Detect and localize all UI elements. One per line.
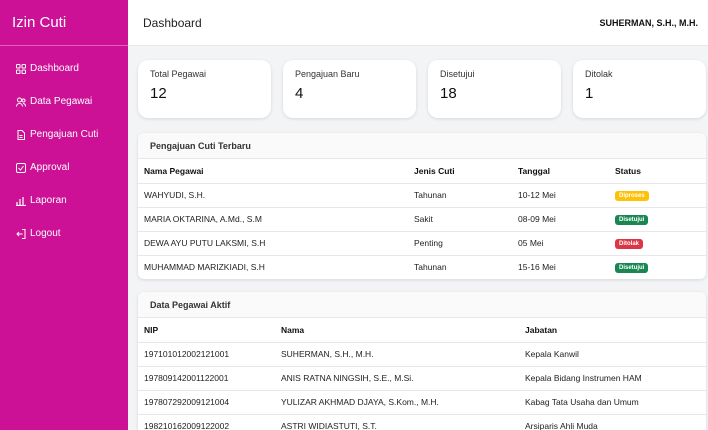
leave-requests-panel: Pengajuan Cuti Terbaru Nama Pegawai Jeni… [138,133,706,279]
check-square-icon [16,162,26,173]
panel-title: Data Pegawai Aktif [138,292,706,318]
table-row[interactable]: DEWA AYU PUTU LAKSMI, S.H Penting 05 Mei… [138,231,706,256]
stat-label: Ditolak [585,69,613,79]
users-icon [16,97,26,107]
stat-value: 1 [585,85,594,102]
logout-icon [16,228,26,239]
table-row[interactable]: MUHAMMAD MARIZKIADI, S.H Tahunan 15-16 M… [138,255,706,279]
cell-nama: DEWA AYU PUTU LAKSMI, S.H [138,231,408,256]
table-row[interactable]: 198210162009122002 ASTRI WIDIASTUTI, S.T… [138,414,706,430]
cell-nama: ASTRI WIDIASTUTI, S.T. [281,421,377,430]
cell-nama: SUHERMAN, S.H., M.H. [275,342,519,367]
stat-value: 12 [150,85,167,102]
sidebar-item-approval[interactable]: Approval [0,151,128,184]
status-badge: Ditolak [615,239,644,249]
cell-nip: 197101012002121001 [138,342,275,367]
active-employees-table: NIP Nama Jabatan 197101012002121001 SUHE… [138,318,706,430]
table-row[interactable]: WAHYUDI, S.H. Tahunan 10-12 Mei Diproses [138,183,706,208]
stat-card-ditolak: Ditolak 1 [573,60,706,118]
table-row[interactable]: 197809142001122001 ANIS RATNA NINGSIH, S… [138,366,706,391]
sidebar-item-dashboard[interactable]: Dashboard [0,52,128,85]
table-row[interactable]: 197101012002121001 SUHERMAN, S.H., M.H. … [138,342,706,367]
cell-nip: 197807292009121004 [138,390,275,415]
sidebar-item-label: Data Pegawai [30,96,93,107]
cell-tanggal: 10-12 Mei [512,183,609,208]
main-content: Dashboard SUHERMAN, S.H., M.H. Total Peg… [128,0,708,430]
cell-status: Disetujui [609,207,706,232]
stats-row: Total Pegawai 12 Pengajuan Baru 4 Disetu… [138,60,706,118]
stat-value: 18 [440,85,457,102]
cell-jenis: Tahunan [414,262,447,273]
sidebar-item-label: Logout [30,228,61,239]
cell-nip: 197809142001122001 [138,366,275,391]
status-badge: Disetujui [615,263,649,274]
grid-icon [16,63,26,74]
sidebar-item-label: Dashboard [30,63,79,74]
column-header: Nama Pegawai [138,159,408,184]
sidebar-nav: Dashboard Data Pegawai Pengajuan Cuti Ap… [0,46,128,250]
cell-status: Disetujui [609,255,706,279]
table-header-row: NIP Nama Jabatan [138,318,706,343]
column-header: Jenis Cuti [408,159,512,184]
cell-nama: MARIA OKTARINA, A.Md., S.M [138,207,408,232]
stat-value: 4 [295,85,304,102]
page-title: Dashboard [143,15,202,30]
cell-nama: YULIZAR AKHMAD DJAYA, S.Kom., M.H. [275,390,519,415]
cell-jabatan: Kabag Tata Usaha dan Umum [519,390,706,415]
cell-jenis: Sakit [408,207,512,232]
column-header: Jabatan [519,318,706,343]
app-title: Izin Cuti [0,0,128,46]
stat-label: Pengajuan Baru [295,69,360,79]
cell-status: Ditolak [609,231,706,256]
sidebar-item-label: Laporan [30,195,67,206]
cell-nama: WAHYUDI, S.H. [138,183,408,208]
sidebar-item-logout[interactable]: Logout [0,217,128,250]
sidebar-item-label: Approval [30,162,70,173]
cell-nama: ANIS RATNA NINGSIH, S.E., M.Si. [275,366,519,391]
column-header: Status [609,159,706,184]
sidebar-item-laporan[interactable]: Laporan [0,184,128,217]
stat-label: Total Pegawai [150,69,207,79]
document-icon [17,129,25,140]
cell-jenis: Tahunan [408,183,512,208]
status-badge: Diproses [615,191,649,201]
sidebar: Izin Cuti Dashboard Data Pegawai Pengaju… [0,0,128,430]
table-row[interactable]: 197807292009121004 YULIZAR AKHMAD DJAYA,… [138,390,706,415]
table-row[interactable]: MARIA OKTARINA, A.Md., S.M Sakit 08-09 M… [138,207,706,232]
bar-chart-icon [16,196,26,206]
cell-tanggal: 05 Mei [512,231,609,256]
cell-nip: 198210162009122002 [144,421,230,430]
cell-jabatan: Kepala Kanwil [519,342,706,367]
column-header: Nama [275,318,519,343]
column-header: Tanggal [512,159,609,184]
stat-card-pengajuan-baru: Pengajuan Baru 4 [283,60,416,118]
stat-card-total-pegawai: Total Pegawai 12 [138,60,271,118]
stat-label: Disetujui [440,69,475,79]
table-header-row: Nama Pegawai Jenis Cuti Tanggal Status [138,159,706,184]
user-name[interactable]: SUHERMAN, S.H., M.H. [599,18,698,28]
cell-jenis: Penting [408,231,512,256]
top-bar: Dashboard SUHERMAN, S.H., M.H. [128,0,708,46]
status-badge: Disetujui [615,215,649,225]
sidebar-item-data-pegawai[interactable]: Data Pegawai [0,85,128,118]
cell-tanggal: 15-16 Mei [518,262,556,273]
column-header: NIP [138,318,275,343]
cell-nama: MUHAMMAD MARIZKIADI, S.H [144,262,265,273]
sidebar-item-label: Pengajuan Cuti [30,129,99,140]
cell-status: Diproses [609,183,706,208]
panel-title: Pengajuan Cuti Terbaru [138,133,706,159]
cell-tanggal: 08-09 Mei [512,207,609,232]
cell-jabatan: Kepala Bidang Instrumen HAM [519,366,706,391]
leave-requests-table: Nama Pegawai Jenis Cuti Tanggal Status W… [138,159,706,279]
active-employees-panel: Data Pegawai Aktif NIP Nama Jabatan 1971… [138,292,706,430]
stat-card-disetujui: Disetujui 18 [428,60,561,118]
cell-jabatan: Arsiparis Ahli Muda [525,421,598,430]
sidebar-item-pengajuan-cuti[interactable]: Pengajuan Cuti [0,118,128,151]
